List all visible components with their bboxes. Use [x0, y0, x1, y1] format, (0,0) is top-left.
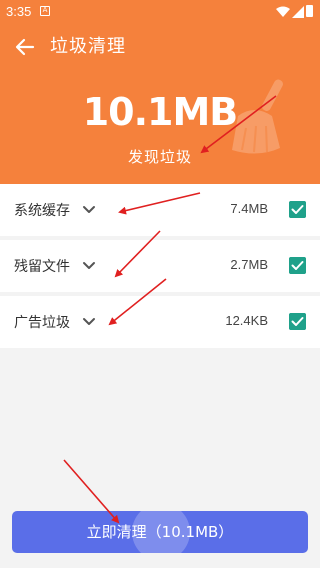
- clean-now-label: 立即清理（10.1MB）: [86, 523, 234, 541]
- list-item-ad-junk[interactable]: 广告垃圾 12.4KB: [0, 296, 320, 348]
- notification-icon: A: [40, 6, 50, 16]
- item-size: 7.4MB: [230, 201, 268, 216]
- item-label: 系统缓存: [14, 203, 70, 219]
- chevron-down-icon[interactable]: [82, 204, 96, 216]
- list-item-system-cache[interactable]: 系统缓存 7.4MB: [0, 184, 320, 236]
- wifi-icon: [276, 6, 290, 17]
- chevron-down-icon[interactable]: [82, 316, 96, 328]
- total-junk-size: 10.1MB: [82, 90, 239, 134]
- clean-now-button[interactable]: 立即清理（10.1MB）: [12, 511, 308, 553]
- list-item-residual-files[interactable]: 残留文件 2.7MB: [0, 240, 320, 292]
- status-bar: 3:35 A: [0, 0, 320, 24]
- status-time: 3:35: [6, 4, 32, 19]
- signal-icon: [292, 6, 304, 18]
- battery-icon: [306, 5, 313, 17]
- item-label: 残留文件: [14, 259, 70, 275]
- header: 3:35 A 垃圾清理 10.1MB 发现垃圾: [0, 0, 320, 184]
- back-arrow-icon[interactable]: [12, 34, 38, 60]
- item-size: 2.7MB: [230, 257, 268, 272]
- checkbox-checked-icon[interactable]: [289, 313, 306, 330]
- item-size: 12.4KB: [225, 313, 268, 328]
- item-label: 广告垃圾: [14, 315, 70, 331]
- found-junk-label: 发现垃圾: [127, 148, 192, 166]
- chevron-down-icon[interactable]: [82, 260, 96, 272]
- page-title: 垃圾清理: [50, 36, 126, 57]
- checkbox-checked-icon[interactable]: [289, 201, 306, 218]
- checkbox-checked-icon[interactable]: [289, 257, 306, 274]
